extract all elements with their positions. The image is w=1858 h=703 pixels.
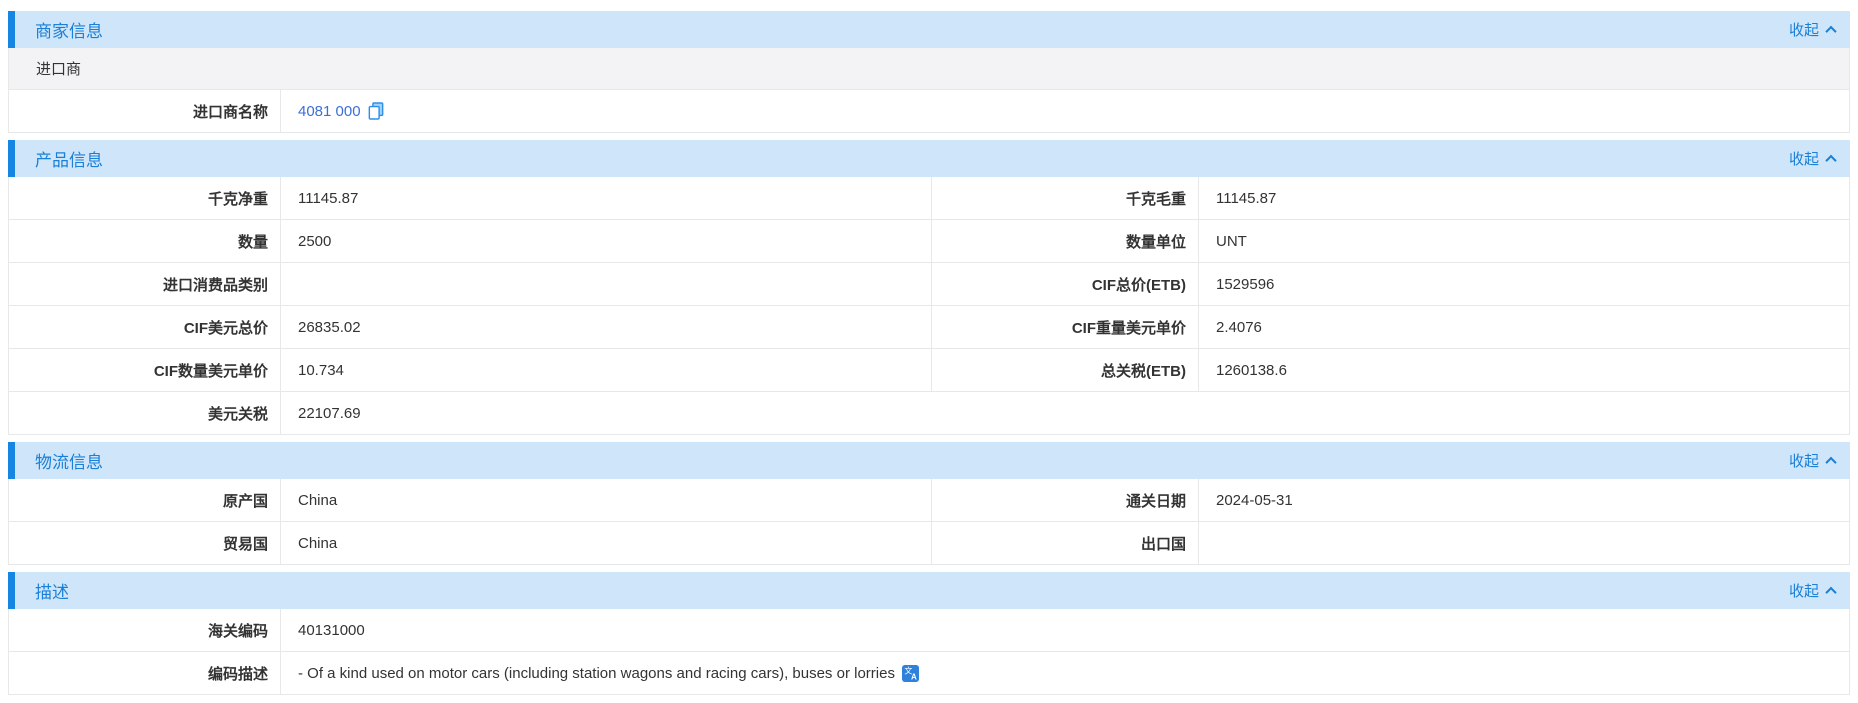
section-title: 描述 (35, 578, 69, 603)
field-value: China (281, 479, 932, 521)
table-row: 海关编码 40131000 (9, 609, 1849, 652)
field-value: 1529596 (1199, 263, 1849, 305)
field-label: 通关日期 (932, 479, 1199, 521)
field-label: 千克净重 (9, 177, 281, 219)
table-row: CIF数量美元单价 10.734 总关税(ETB) 1260138.6 (9, 349, 1849, 392)
trade-record-page: 商家信息 收起 进口商 进口商名称 4081 000 (0, 0, 1858, 703)
field-label: 数量单位 (932, 220, 1199, 262)
chevron-up-icon (1825, 154, 1836, 165)
section-logistics-info: 物流信息 收起 原产国 China 通关日期 2024-05-31 贸易国 Ch… (8, 442, 1850, 565)
table-row: 进口消费品类别 CIF总价(ETB) 1529596 (9, 263, 1849, 306)
section-title: 产品信息 (35, 146, 103, 171)
group-row-label: 进口商 (36, 58, 81, 79)
translate-icon: 文 A (902, 665, 919, 682)
table-row: 美元关税 22107.69 (9, 392, 1849, 435)
chevron-up-icon (1825, 586, 1836, 597)
table-row: 原产国 China 通关日期 2024-05-31 (9, 479, 1849, 522)
collapse-button[interactable]: 收起 (1789, 148, 1835, 169)
table-row: 编码描述 - Of a kind used on motor cars (inc… (9, 652, 1849, 695)
section-title: 商家信息 (35, 17, 103, 42)
field-value: 2500 (281, 220, 932, 262)
field-label: 海关编码 (9, 609, 281, 651)
collapse-button[interactable]: 收起 (1789, 450, 1835, 471)
section-description: 描述 收起 海关编码 40131000 编码描述 - Of a kind use… (8, 572, 1850, 695)
product-table: 千克净重 11145.87 千克毛重 11145.87 数量 2500 数量单位… (8, 177, 1850, 435)
section-header: 物流信息 收起 (8, 442, 1850, 479)
field-label: 进口消费品类别 (9, 263, 281, 305)
table-row: 数量 2500 数量单位 UNT (9, 220, 1849, 263)
field-value: 2024-05-31 (1199, 479, 1849, 521)
field-label: CIF美元总价 (9, 306, 281, 348)
field-label: 千克毛重 (932, 177, 1199, 219)
merchant-table: 进口商 进口商名称 4081 000 (8, 48, 1850, 133)
field-label: 美元关税 (9, 392, 281, 434)
field-value: 11145.87 (1199, 177, 1849, 219)
section-header: 描述 收起 (8, 572, 1850, 609)
field-value: UNT (1199, 220, 1849, 262)
field-value-cell: 4081 000 (281, 90, 1849, 132)
field-value: 11145.87 (281, 177, 932, 219)
table-row: 千克净重 11145.87 千克毛重 11145.87 (9, 177, 1849, 220)
hs-code-description: - Of a kind used on motor cars (includin… (298, 665, 895, 682)
collapse-label: 收起 (1789, 450, 1819, 471)
field-value-cell: - Of a kind used on motor cars (includin… (281, 652, 1849, 694)
description-table: 海关编码 40131000 编码描述 - Of a kind used on m… (8, 609, 1850, 695)
group-row-importer: 进口商 (9, 48, 1849, 90)
field-value: 10.734 (281, 349, 932, 391)
table-row: 贸易国 China 出口国 (9, 522, 1849, 565)
collapse-button[interactable]: 收起 (1789, 19, 1835, 40)
importer-name-link[interactable]: 4081 000 (298, 103, 361, 120)
field-value (1199, 522, 1849, 564)
collapse-label: 收起 (1789, 19, 1819, 40)
collapse-label: 收起 (1789, 148, 1819, 169)
field-value: 1260138.6 (1199, 349, 1849, 391)
svg-text:A: A (911, 672, 917, 681)
translate-button[interactable]: 文 A (902, 665, 919, 682)
field-label: CIF总价(ETB) (932, 263, 1199, 305)
field-value: 22107.69 (281, 392, 1849, 434)
section-product-info: 产品信息 收起 千克净重 11145.87 千克毛重 11145.87 数量 2… (8, 140, 1850, 435)
section-header: 产品信息 收起 (8, 140, 1850, 177)
copy-button[interactable] (368, 102, 384, 120)
field-label: CIF重量美元单价 (932, 306, 1199, 348)
field-label: 编码描述 (9, 652, 281, 694)
logistics-table: 原产国 China 通关日期 2024-05-31 贸易国 China 出口国 (8, 479, 1850, 565)
field-label: 进口商名称 (9, 90, 281, 132)
table-row: 进口商名称 4081 000 (9, 90, 1849, 133)
section-merchant-info: 商家信息 收起 进口商 进口商名称 4081 000 (8, 11, 1850, 133)
chevron-up-icon (1825, 456, 1836, 467)
field-value (281, 263, 932, 305)
copy-icon (368, 102, 384, 120)
field-label: 数量 (9, 220, 281, 262)
chevron-up-icon (1825, 25, 1836, 36)
field-label: CIF数量美元单价 (9, 349, 281, 391)
collapse-button[interactable]: 收起 (1789, 580, 1835, 601)
field-label: 原产国 (9, 479, 281, 521)
field-value: 40131000 (281, 609, 1849, 651)
field-label: 出口国 (932, 522, 1199, 564)
section-header: 商家信息 收起 (8, 11, 1850, 48)
field-label: 总关税(ETB) (932, 349, 1199, 391)
table-row: CIF美元总价 26835.02 CIF重量美元单价 2.4076 (9, 306, 1849, 349)
field-label: 贸易国 (9, 522, 281, 564)
field-value: 2.4076 (1199, 306, 1849, 348)
collapse-label: 收起 (1789, 580, 1819, 601)
section-title: 物流信息 (35, 448, 103, 473)
field-value: 26835.02 (281, 306, 932, 348)
field-value: China (281, 522, 932, 564)
